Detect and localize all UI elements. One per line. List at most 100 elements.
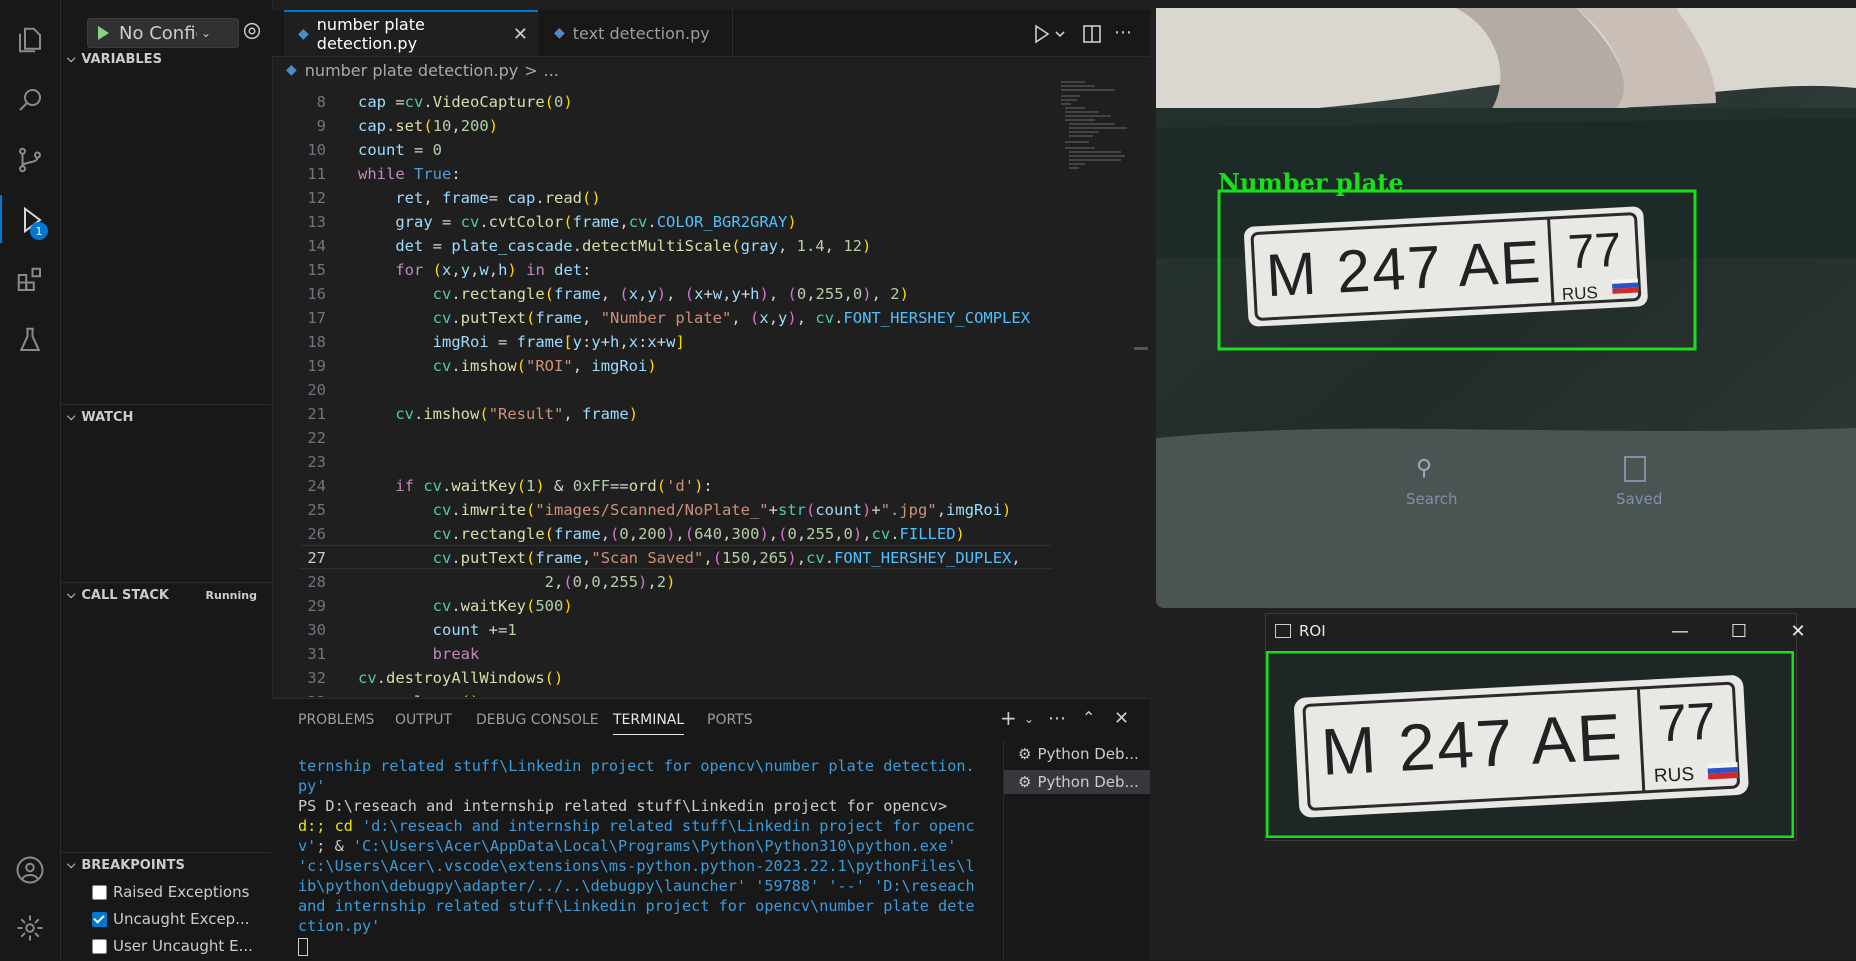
code-line: count = 0 [358, 141, 443, 159]
testing-icon[interactable] [12, 322, 48, 358]
breakpoint-raised-exceptions[interactable]: Raised Exceptions [92, 881, 249, 903]
split-editor-icon[interactable] [1080, 22, 1104, 50]
maximize-icon[interactable]: ☐ [1716, 613, 1762, 649]
terminal-output[interactable]: ternship related stuff\Linkedin project … [298, 756, 978, 956]
line-number: 21 [307, 405, 326, 423]
breadcrumb-symbol[interactable]: ... [544, 61, 559, 80]
maximize-panel-icon[interactable]: ⌃ [1082, 708, 1095, 727]
line-number: 27 [307, 549, 326, 567]
code-editor[interactable]: 8 9 10 11 12 13 14 15 16 17 18 19 20 21 22 23 24 25 26 27 28… [272, 85, 1052, 697]
window-title: ROI [1299, 622, 1326, 640]
start-debugging-icon[interactable] [98, 26, 109, 40]
chevron-down-icon[interactable]: ⌄ [1024, 712, 1034, 726]
checkbox[interactable] [92, 884, 107, 900]
line-number: 8 [316, 93, 326, 111]
chevron-down-icon: ⌵ [67, 410, 76, 423]
line-number: 20 [307, 381, 326, 399]
code-line: for (x,y,w,h) in det: [395, 261, 592, 279]
window-app-icon [1275, 624, 1291, 638]
tab-debug-console[interactable]: DEBUG CONSOLE [476, 712, 599, 728]
line-number: 18 [307, 333, 326, 351]
code-line: gray = cv.cvtColor(frame,cv.COLOR_BGR2GR… [395, 213, 797, 231]
roi-plate-country-text: RUS [1653, 763, 1695, 788]
minimap[interactable] [1055, 78, 1135, 178]
terminal-item-label: Python Deb... [1037, 773, 1139, 791]
section-title: BREAKPOINTS [81, 857, 185, 873]
chevron-down-icon: ⌵ [67, 52, 76, 65]
open-launch-json-gear-icon[interactable] [241, 20, 265, 44]
breadcrumb-file[interactable]: number plate detection.py [305, 61, 518, 80]
line-number: 29 [307, 597, 326, 615]
section-variables[interactable]: ⌵ VARIABLES [61, 47, 271, 71]
python-file-icon: ◆ [298, 26, 309, 42]
line-number: 15 [307, 261, 326, 279]
line-number: 22 [307, 429, 326, 447]
code-line: cv.putText(frame,"Scan Saved",(150,265),… [432, 549, 1021, 567]
close-icon[interactable]: ✕ [513, 24, 528, 45]
chevron-down-icon: ⌄ [201, 26, 212, 40]
code-line: cv.waitKey(500) [432, 597, 573, 615]
active-indicator [0, 195, 2, 243]
code-line: 2,(0,0,255),2) [544, 573, 676, 591]
manage-gear-icon[interactable] [12, 910, 48, 946]
section-watch[interactable]: ⌵ WATCH [61, 404, 271, 429]
code-line: cv.imshow("ROI", imgRoi) [432, 357, 657, 375]
tab-label: text detection.py [572, 23, 710, 43]
tab-label: number plate detection.py [316, 15, 425, 53]
close-icon[interactable]: ✕ [1775, 613, 1821, 649]
terminal-line: ternship related stuff\Linkedin project … [298, 757, 975, 795]
chevron-down-icon: ⌵ [67, 588, 76, 601]
more-actions-icon[interactable]: ⋯ [1048, 708, 1066, 729]
tab-ports[interactable]: PORTS [707, 712, 753, 728]
tab-text-detection[interactable]: ◆ text detection.py [540, 10, 733, 56]
tab-problems[interactable]: PROBLEMS [298, 712, 374, 728]
terminal-item-label: Python Deb... [1037, 745, 1139, 763]
debug-icon: ⚙ [1018, 773, 1032, 791]
more-actions-icon[interactable]: ⋯ [1114, 22, 1132, 43]
terminal-operator: ; & [316, 837, 353, 855]
overlay-label: Number plate [1218, 168, 1404, 197]
code-line: cv.imshow("Result", frame) [395, 405, 639, 423]
line-number: 16 [307, 285, 326, 303]
line-number: 32 [307, 669, 326, 687]
tab-number-plate-detection[interactable]: ◆ number plate detection.py ✕ [284, 10, 538, 56]
plate-number-text: M 247 AE [1264, 227, 1544, 310]
breakpoint-user-uncaught[interactable]: User Uncaught E... [92, 935, 253, 957]
scrollbar-thumb[interactable] [1134, 347, 1148, 350]
checkbox[interactable] [92, 911, 107, 927]
code-line: det = plate_cascade.detectMultiScale(gra… [395, 237, 872, 255]
section-title: WATCH [81, 409, 134, 425]
extensions-icon[interactable] [12, 262, 48, 298]
source-control-icon[interactable] [12, 142, 48, 178]
breakpoint-label: User Uncaught E... [113, 937, 253, 955]
config-label: No Configu [119, 22, 197, 44]
checkbox[interactable] [92, 938, 107, 954]
line-number: 14 [307, 237, 326, 255]
phone-label: Saved [1616, 490, 1663, 508]
tab-terminal[interactable]: TERMINAL [613, 712, 685, 735]
section-call-stack[interactable]: ⌵ CALL STACK Running [61, 582, 271, 607]
result-camera-window[interactable]: Number plate M 247 AE 77 RUS ⚲ Search Sa… [1156, 8, 1856, 608]
search-icon[interactable] [12, 82, 48, 118]
plate-region-text: 77 [1566, 223, 1623, 280]
line-number: 30 [307, 621, 326, 639]
new-terminal-icon[interactable]: + [1000, 706, 1017, 730]
breakpoint-uncaught-exceptions[interactable]: Uncaught Excep... [92, 908, 250, 930]
section-title: VARIABLES [81, 51, 162, 67]
minimize-icon[interactable]: — [1657, 613, 1703, 649]
explorer-icon[interactable] [12, 22, 48, 58]
code-line: ret, frame= cap.read() [395, 189, 601, 207]
terminal-item-selected[interactable]: ⚙ Python Deb... [1004, 770, 1150, 794]
section-breakpoints[interactable]: ⌵ BREAKPOINTS [61, 852, 271, 877]
line-number: 33 [272, 693, 326, 697]
phone-label: Search [1406, 490, 1458, 508]
breadcrumb-separator: > [524, 60, 538, 80]
debug-icon: ⚙ [1018, 745, 1032, 763]
run-file-icon[interactable] [1030, 22, 1070, 50]
close-panel-icon[interactable]: ✕ [1114, 708, 1129, 729]
launch-config-select[interactable]: No Configu ⌄ [87, 18, 239, 48]
tab-output[interactable]: OUTPUT [395, 712, 452, 728]
code-line: break [432, 645, 480, 663]
terminal-item[interactable]: ⚙ Python Deb... [1004, 742, 1150, 766]
account-icon[interactable] [12, 852, 48, 888]
